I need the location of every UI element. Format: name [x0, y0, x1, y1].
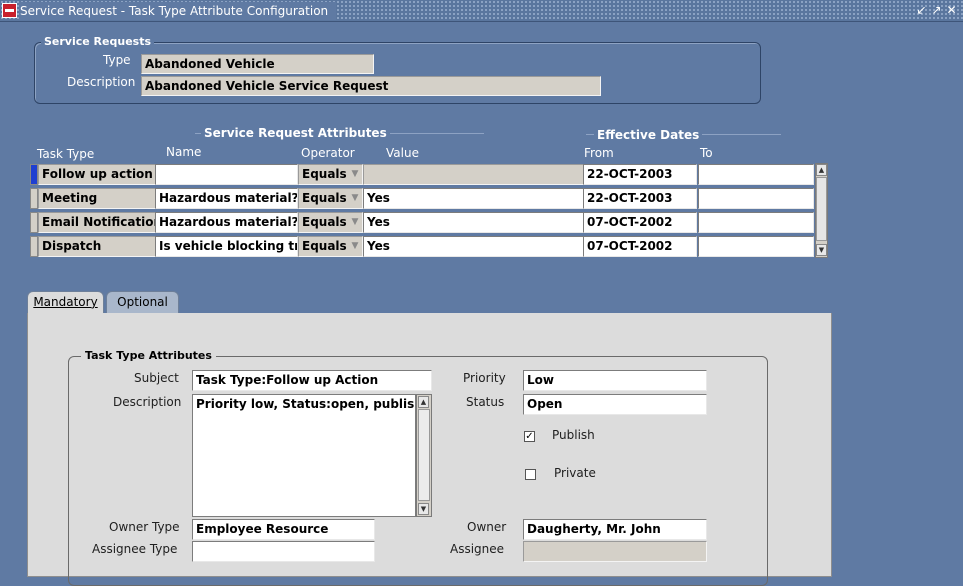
maximize-icon[interactable]: ↗ [930, 3, 943, 18]
scroll-thumb[interactable] [816, 177, 827, 241]
attributes-group-title: Service Request Attributes [201, 126, 390, 140]
tab-optional-label: Optional [117, 295, 168, 309]
operator-value: Equals [302, 239, 347, 253]
table-cell-operator[interactable]: Equals ▼ [298, 236, 363, 257]
table-cell-to[interactable] [698, 212, 814, 233]
tab-mandatory[interactable]: Mandatory [27, 291, 104, 314]
table-cell-value[interactable]: Yes [363, 212, 585, 233]
publish-label: Publish [552, 428, 595, 442]
minimize-icon[interactable]: ↙ [915, 3, 928, 18]
table-cell-from[interactable]: 22-OCT-2003 [583, 164, 697, 185]
owner-label: Owner [467, 520, 507, 534]
dropdown-arrow-icon[interactable]: ▼ [350, 168, 360, 181]
table-cell-from[interactable]: 22-OCT-2003 [583, 188, 697, 209]
table-cell-to[interactable] [698, 188, 814, 209]
table-cell-name[interactable]: Hazardous material? [155, 188, 298, 209]
table-cell-from[interactable]: 07-OCT-2002 [583, 236, 697, 257]
publish-checkbox[interactable]: ✓ [524, 431, 535, 442]
assignee-field[interactable] [523, 541, 707, 562]
task-type-attributes-title: Task Type Attributes [81, 349, 216, 362]
priority-field[interactable]: Low [523, 370, 707, 391]
table-cell-task-type[interactable]: Follow up action [38, 164, 156, 185]
status-field[interactable]: Open [523, 394, 707, 415]
table-cell-value[interactable]: Yes [363, 236, 585, 257]
row-selector[interactable] [30, 188, 38, 209]
owner-type-label: Owner Type [109, 520, 180, 534]
table-cell-value[interactable] [363, 164, 585, 185]
window-title: Service Request - Task Type Attribute Co… [19, 2, 337, 20]
task-description-textarea[interactable]: Priority low, Status:open, publish [192, 394, 416, 517]
description-field[interactable]: Abandoned Vehicle Service Request [141, 76, 601, 96]
oracle-logo-icon [2, 3, 17, 18]
close-icon[interactable]: ✕ [945, 3, 958, 18]
owner-field[interactable]: Daugherty, Mr. John [523, 519, 707, 540]
assignee-label: Assignee [450, 542, 505, 556]
assignee-type-field[interactable] [192, 541, 375, 562]
type-label: Type [103, 53, 131, 67]
scroll-down-icon[interactable]: ▼ [418, 503, 429, 515]
private-checkbox[interactable] [525, 469, 536, 480]
row-selector[interactable] [30, 164, 38, 185]
column-header-operator: Operator [301, 146, 355, 160]
dates-group-title: Effective Dates [594, 128, 703, 142]
subject-label: Subject [134, 371, 179, 385]
table-cell-name[interactable] [155, 164, 298, 185]
dropdown-arrow-icon[interactable]: ▼ [350, 216, 360, 229]
scroll-thumb[interactable] [418, 409, 430, 501]
description-label: Description [67, 75, 136, 89]
table-cell-operator[interactable]: Equals ▼ [298, 188, 363, 209]
table-cell-from[interactable]: 07-OCT-2002 [583, 212, 697, 233]
row-selector[interactable] [30, 236, 38, 257]
operator-value: Equals [302, 191, 347, 205]
scroll-down-icon[interactable]: ▼ [816, 244, 827, 256]
column-header-from: From [584, 146, 614, 160]
table-cell-to[interactable] [698, 236, 814, 257]
column-header-to: To [700, 146, 713, 160]
status-label: Status [466, 395, 505, 409]
column-header-value: Value [386, 146, 419, 160]
tab-mandatory-label: Mandatory [33, 295, 98, 309]
table-cell-name[interactable]: Is vehicle blocking tra [155, 236, 298, 257]
owner-type-field[interactable]: Employee Resource [192, 519, 375, 540]
dropdown-arrow-icon[interactable]: ▼ [350, 240, 360, 253]
subject-field[interactable]: Task Type:Follow up Action [192, 370, 432, 391]
tab-optional[interactable]: Optional [106, 291, 179, 314]
priority-label: Priority [463, 371, 506, 385]
row-selector[interactable] [30, 212, 38, 233]
table-cell-task-type[interactable]: Email Notification [38, 212, 156, 233]
private-label: Private [554, 466, 596, 480]
assignee-type-label: Assignee Type [92, 542, 178, 556]
dropdown-arrow-icon[interactable]: ▼ [350, 192, 360, 205]
table-cell-operator[interactable]: Equals ▼ [298, 212, 363, 233]
table-cell-name[interactable]: Hazardous material? [155, 212, 298, 233]
table-cell-task-type[interactable]: Meeting [38, 188, 156, 209]
table-cell-operator[interactable]: Equals ▼ [298, 164, 363, 185]
table-cell-task-type[interactable]: Dispatch [38, 236, 156, 257]
scroll-up-icon[interactable]: ▲ [418, 396, 429, 408]
type-field[interactable]: Abandoned Vehicle [141, 54, 374, 74]
scroll-up-icon[interactable]: ▲ [816, 164, 827, 176]
operator-value: Equals [302, 167, 347, 181]
table-cell-to[interactable] [698, 164, 814, 185]
table-cell-value[interactable]: Yes [363, 188, 585, 209]
column-header-name: Name [166, 145, 202, 159]
operator-value: Equals [302, 215, 347, 229]
column-header-task-type: Task Type [37, 147, 95, 161]
task-description-label: Description [113, 395, 182, 409]
service-requests-title: Service Requests [41, 35, 155, 48]
